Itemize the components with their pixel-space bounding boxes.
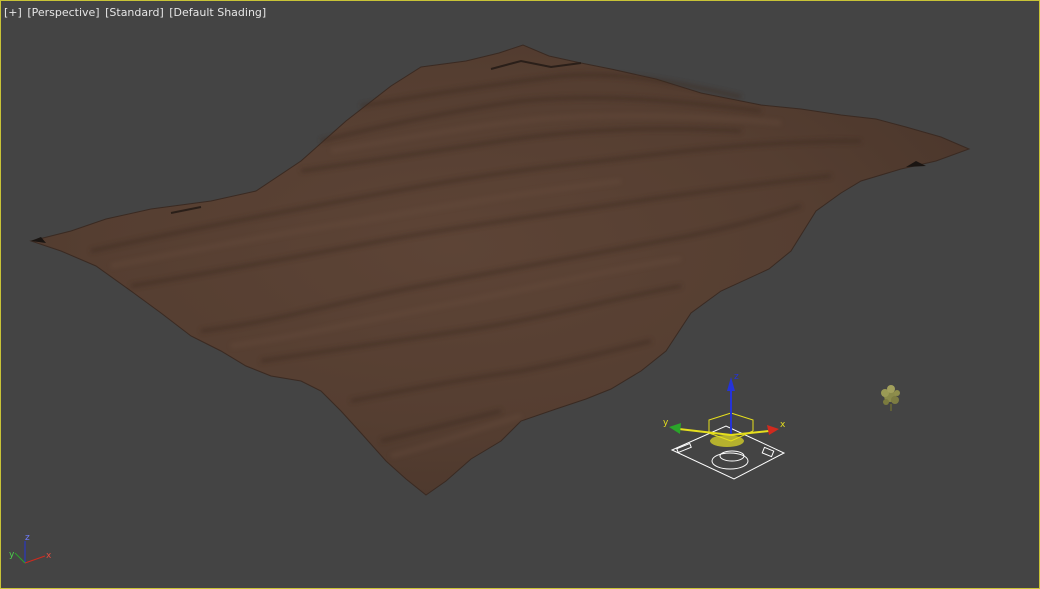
tripod-x-axis <box>24 555 46 564</box>
gizmo-y-axis[interactable] <box>678 428 732 436</box>
tripod-y-axis <box>14 552 26 564</box>
perspective-viewport[interactable]: [+] [Perspective] [Standard] [Default Sh… <box>0 0 1040 589</box>
orientation-tripod: z x y <box>9 533 52 564</box>
shrub-object[interactable] <box>881 385 900 411</box>
scene-canvas[interactable]: z x y z x y <box>1 1 1039 588</box>
tripod-z-label: z <box>25 533 30 543</box>
gizmo-x-label: x <box>780 420 786 430</box>
gizmo-x-axis[interactable] <box>730 430 770 436</box>
terrain-mesh[interactable] <box>29 44 971 496</box>
tripod-y-label: y <box>9 550 15 560</box>
gizmo-z-label: z <box>734 372 739 382</box>
gizmo-y-label: y <box>663 418 669 428</box>
move-transform-gizmo[interactable]: z x y <box>663 372 786 442</box>
tripod-x-label: x <box>46 551 52 561</box>
